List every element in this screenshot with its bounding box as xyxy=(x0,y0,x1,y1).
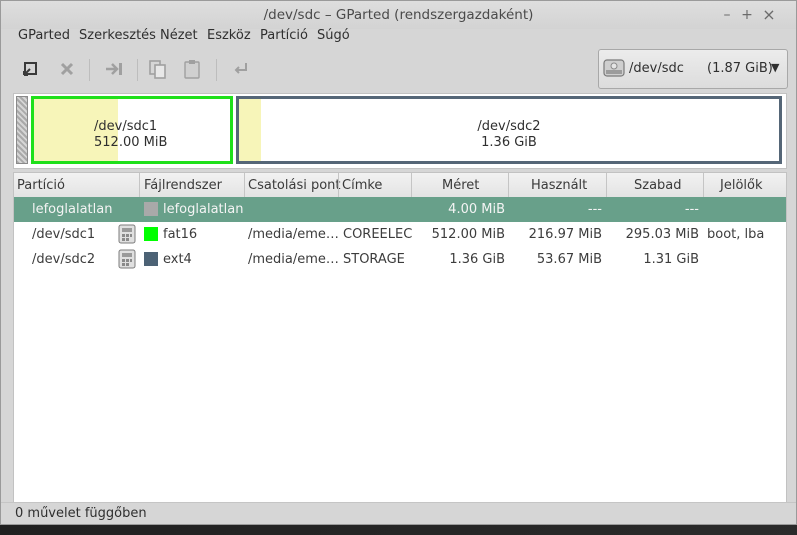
cell-mountpoint: /media/eme… xyxy=(248,227,339,242)
filesystem-color-swatch xyxy=(144,227,158,241)
column-header-partition[interactable]: Partíció xyxy=(17,178,65,193)
device-name: /dev/sdc xyxy=(629,61,684,76)
menu-partition[interactable]: Partíció xyxy=(260,28,308,43)
column-header-label[interactable]: Címke xyxy=(342,178,382,193)
gparted-window: /dev/sdc – GParted (rendszergazdaként) –… xyxy=(0,0,797,525)
resize-move-icon[interactable] xyxy=(102,57,126,81)
toolbar-separator xyxy=(89,59,90,81)
menu-bar: GParted Szerkesztés Nézet Eszköz Partíci… xyxy=(1,27,796,47)
cell-flags: boot, lba xyxy=(707,227,765,242)
segment-name: /dev/sdc1 xyxy=(94,119,158,134)
cell-used: 53.67 MiB xyxy=(536,252,602,267)
toolbar-separator xyxy=(216,59,217,81)
cell-label: COREELEC xyxy=(343,227,413,242)
toolbar-separator xyxy=(137,59,138,81)
cell-free: 295.03 MiB xyxy=(625,227,699,242)
cell-free: --- xyxy=(684,202,699,217)
cell-size: 1.36 GiB xyxy=(449,252,505,267)
minimize-button[interactable]: – xyxy=(717,5,737,25)
partition-segment-sdc1[interactable]: /dev/sdc1 512.00 MiB xyxy=(31,96,233,164)
partition-segment-sdc2[interactable]: /dev/sdc2 1.36 GiB xyxy=(236,96,782,164)
filesystem-color-swatch xyxy=(144,252,158,266)
harddisk-icon xyxy=(603,59,625,77)
menu-device[interactable]: Eszköz xyxy=(207,28,251,43)
cell-size: 512.00 MiB xyxy=(431,227,505,242)
chevron-down-icon: ▼ xyxy=(771,61,780,74)
table-row-sdc1[interactable]: /dev/sdc1 fat16 /media/eme… COREELEC 512… xyxy=(14,222,786,247)
unallocated-segment[interactable] xyxy=(16,96,28,164)
cell-partition: /dev/sdc1 xyxy=(32,227,96,242)
column-header-filesystem[interactable]: Fájlrendszer xyxy=(144,178,222,193)
disk-map: /dev/sdc1 512.00 MiB /dev/sdc2 1.36 GiB xyxy=(13,93,787,169)
device-selector[interactable]: /dev/sdc (1.87 GiB) ▼ xyxy=(598,49,788,89)
window-title: /dev/sdc – GParted (rendszergazdaként) xyxy=(263,7,534,23)
menu-gparted[interactable]: GParted xyxy=(18,28,70,43)
table-header: Partíció Fájlrendszer Csatolási pont Cím… xyxy=(14,173,786,198)
cell-filesystem: ext4 xyxy=(163,252,192,267)
undo-icon[interactable] xyxy=(228,57,252,81)
column-header-mountpoint[interactable]: Csatolási pont xyxy=(248,178,341,193)
close-button[interactable]: × xyxy=(759,5,779,25)
cell-size: 4.00 MiB xyxy=(448,202,505,217)
lock-key-icon xyxy=(118,224,136,244)
menu-help[interactable]: Súgó xyxy=(317,28,350,43)
column-header-flags[interactable]: Jelölők xyxy=(720,178,763,193)
segment-size: 512.00 MiB xyxy=(94,135,168,150)
column-header-used[interactable]: Használt xyxy=(531,178,587,193)
cell-mountpoint: /media/eme… xyxy=(248,252,339,267)
menu-edit[interactable]: Szerkesztés xyxy=(79,28,156,43)
cell-label: STORAGE xyxy=(343,252,405,267)
delete-icon[interactable] xyxy=(55,57,79,81)
segment-name: /dev/sdc2 xyxy=(477,119,541,134)
column-header-size[interactable]: Méret xyxy=(442,178,479,193)
table-row-sdc2[interactable]: /dev/sdc2 ext4 /media/eme… STORAGE 1.36 … xyxy=(14,247,786,272)
cell-filesystem: fat16 xyxy=(163,227,198,242)
segment-size: 1.36 GiB xyxy=(481,135,537,150)
lock-key-icon xyxy=(118,249,136,269)
cell-partition: lefoglalatlan xyxy=(32,202,113,217)
menu-view[interactable]: Nézet xyxy=(160,28,198,43)
cell-free: 1.31 GiB xyxy=(643,252,699,267)
paste-icon[interactable] xyxy=(180,57,204,81)
column-header-free[interactable]: Szabad xyxy=(634,178,682,193)
maximize-button[interactable]: + xyxy=(737,5,757,25)
copy-icon[interactable] xyxy=(146,57,170,81)
pending-operations-text: 0 művelet függőben xyxy=(15,506,147,521)
table-row-unallocated[interactable]: lefoglalatlan lefoglalatlan 4.00 MiB ---… xyxy=(14,197,786,222)
title-bar[interactable]: /dev/sdc – GParted (rendszergazdaként) –… xyxy=(1,1,796,29)
cell-used: --- xyxy=(587,202,602,217)
device-size: (1.87 GiB) xyxy=(707,61,773,76)
status-bar: 0 művelet függőben xyxy=(1,502,796,524)
partition-table: Partíció Fájlrendszer Csatolási pont Cím… xyxy=(13,172,787,503)
cell-partition: /dev/sdc2 xyxy=(32,252,96,267)
cell-used: 216.97 MiB xyxy=(528,227,602,242)
new-partition-icon[interactable] xyxy=(20,57,44,81)
filesystem-color-swatch xyxy=(144,202,158,216)
cell-filesystem: lefoglalatlan xyxy=(163,202,244,217)
